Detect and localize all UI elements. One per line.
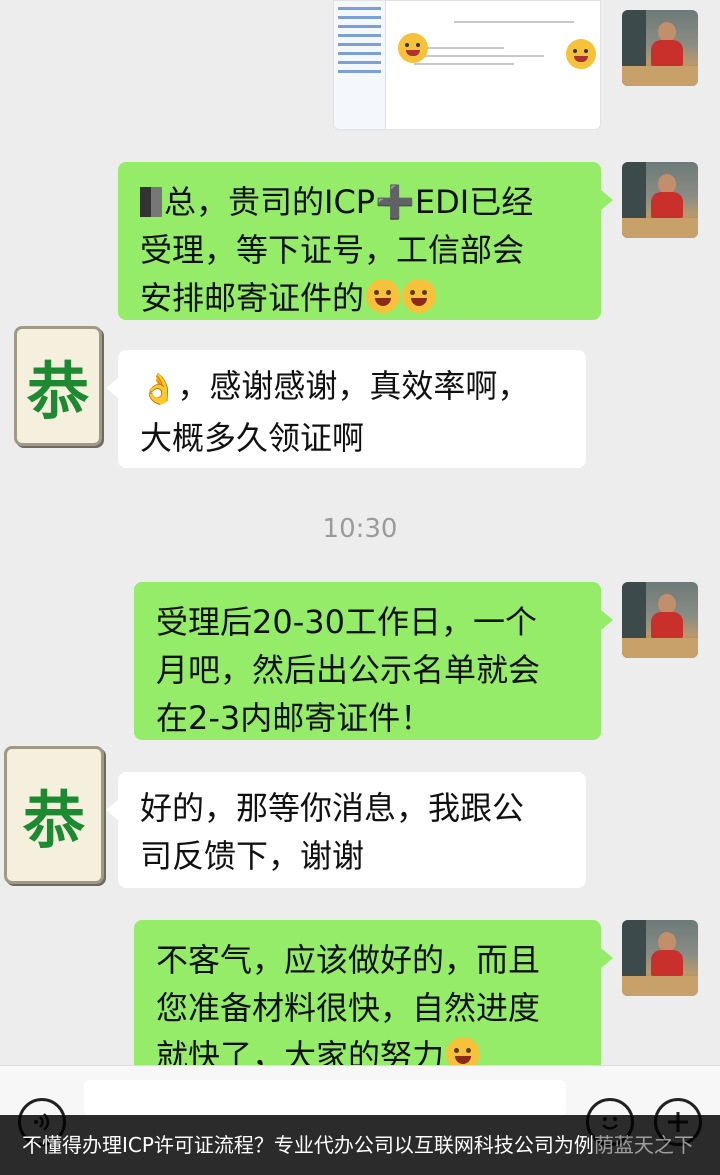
ok-hand-emoji-icon: 👌 xyxy=(140,372,178,407)
caption-banner: 不懂得办理ICP许可证流程？专业代办公司以互联网科技公司为例荫蓝天之下 xyxy=(0,1115,720,1175)
sent-message-bubble[interactable]: 不客气，应该做好的，而且 您准备材料很快，自然进度 就快了，大家的努力 xyxy=(134,920,613,1065)
effort-emoji-icon xyxy=(446,1037,481,1065)
message-line: 受理后20-30工作日，一个 xyxy=(156,603,537,641)
contact-avatar[interactable]: 恭 xyxy=(4,746,104,884)
contact-avatar-char: 恭 xyxy=(26,355,89,428)
message-line: 总，贵司的ICP➕EDI已经 xyxy=(140,178,579,226)
screenshot-text-line xyxy=(414,63,514,65)
message-line: 受理，等下证号，工信部会 xyxy=(140,231,525,269)
my-avatar[interactable] xyxy=(622,162,698,238)
contact-avatar[interactable]: 恭 xyxy=(14,326,102,446)
message-input[interactable] xyxy=(84,1080,566,1116)
message-line: 安排邮寄证件的 xyxy=(140,274,579,322)
sent-message-bubble[interactable]: 受理后20-30工作日，一个 月吧，然后出公示名单就会 在2-3内邮寄证件！ xyxy=(134,582,613,740)
message-line: 司反馈下，谢谢 xyxy=(140,837,365,875)
my-avatar[interactable] xyxy=(622,920,698,996)
my-avatar[interactable] xyxy=(622,582,698,658)
message-line: 不客气，应该做好的，而且 xyxy=(156,941,541,979)
redacted-name-mosaic xyxy=(140,187,162,217)
message-line: 您准备材料很快，自然进度 xyxy=(156,989,541,1027)
grin-emoji-icon xyxy=(402,279,437,313)
sent-message-bubble[interactable]: 总，贵司的ICP➕EDI已经 受理，等下证号，工信部会 安排邮寄证件的 xyxy=(118,162,613,322)
message-line: 好的，那等你消息，我跟公 xyxy=(140,789,525,827)
message-timestamp: 10:30 xyxy=(322,514,398,544)
message-line: 月吧，然后出公示名单就会 xyxy=(156,651,541,689)
screenshot-text-line xyxy=(454,21,574,23)
chat-area: 总，贵司的ICP➕EDI已经 受理，等下证号，工信部会 安排邮寄证件的 恭 👌，… xyxy=(0,0,720,1065)
message-line: 在2-3内邮寄证件！ xyxy=(156,699,433,737)
contact-avatar-char: 恭 xyxy=(22,784,85,857)
received-message-bubble[interactable]: 好的，那等你消息，我跟公 司反馈下，谢谢 xyxy=(106,772,586,888)
shared-screenshot-image[interactable] xyxy=(333,0,601,130)
message-line: 👌，感谢感谢，真效率啊， xyxy=(140,362,564,414)
received-message-bubble[interactable]: 👌，感谢感谢，真效率啊， 大概多久领证啊 xyxy=(106,350,586,468)
caption-text: 不懂得办理ICP许可证流程？专业代办公司以互联网科技公司为例 xyxy=(22,1133,594,1157)
smiley-icon xyxy=(398,33,428,63)
message-line: 就快了，大家的努力 xyxy=(156,1032,579,1065)
my-avatar[interactable] xyxy=(622,10,698,86)
grin-emoji-icon xyxy=(366,279,401,313)
message-line: 大概多久领证啊 xyxy=(140,419,365,457)
screenshot-text-line xyxy=(414,55,544,57)
screenshot-sidebar xyxy=(334,1,386,129)
smiley-icon xyxy=(566,39,596,69)
caption-watermark: 荫蓝天之下 xyxy=(593,1133,694,1157)
